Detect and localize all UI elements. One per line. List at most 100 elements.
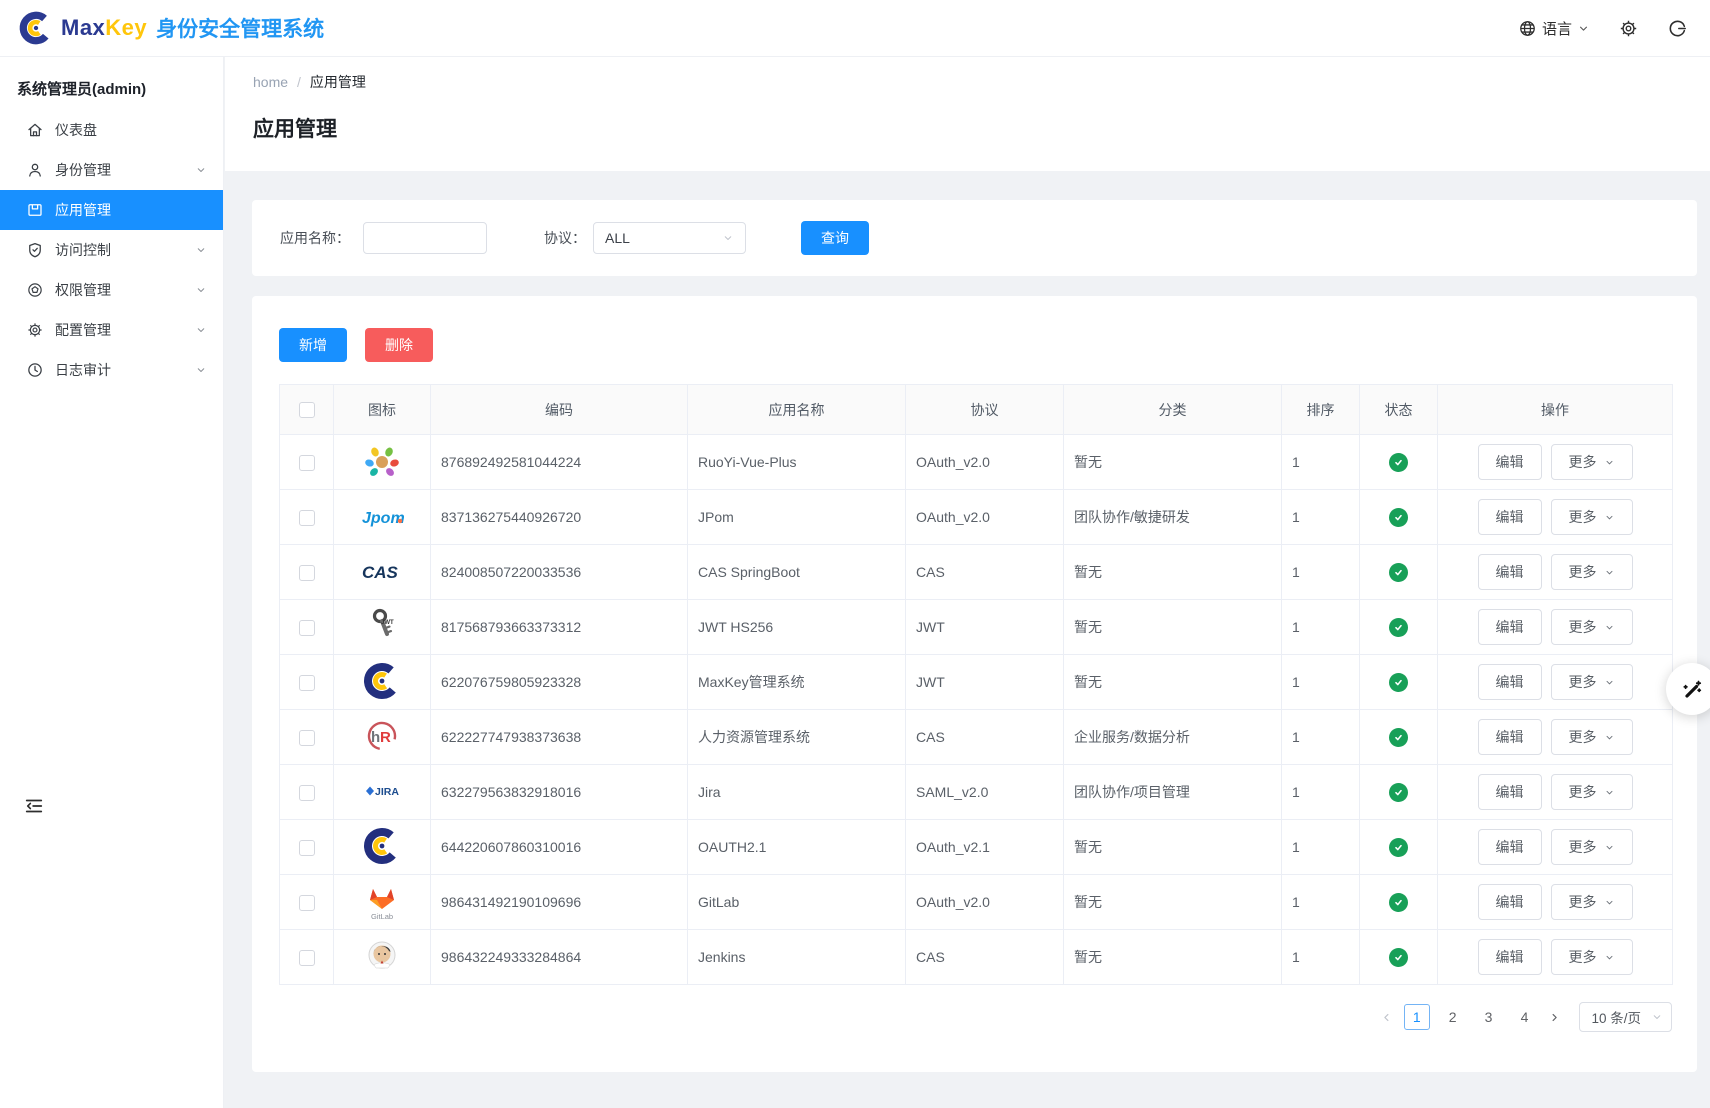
edit-button[interactable]: 编辑 [1478, 499, 1542, 535]
row-actions: 编辑 更多 [1478, 609, 1633, 645]
sidebar: 系统管理员(admin) 仪表盘 身份管理 应用管理 访问控 [0, 57, 224, 1108]
page-number[interactable]: 1 [1404, 1004, 1430, 1030]
breadcrumb-separator: / [297, 74, 301, 90]
more-button[interactable]: 更多 [1551, 444, 1633, 480]
more-button[interactable]: 更多 [1551, 664, 1633, 700]
page-number[interactable]: 4 [1511, 1004, 1537, 1030]
app-name-input[interactable] [363, 222, 487, 254]
delete-button[interactable]: 删除 [365, 328, 433, 362]
logout-icon[interactable] [1667, 18, 1688, 39]
jpom-icon: Jpom [360, 493, 404, 539]
breadcrumb-home-link[interactable]: home [253, 74, 288, 90]
next-page-icon[interactable] [1548, 1011, 1561, 1024]
user-icon [26, 161, 44, 179]
row-checkbox[interactable] [299, 950, 315, 966]
sidebar-item-label: 仪表盘 [55, 120, 195, 140]
edit-button[interactable]: 编辑 [1478, 884, 1542, 920]
row-checkbox[interactable] [299, 895, 315, 911]
chevron-down-icon [195, 324, 207, 336]
sidebar-collapse-icon[interactable] [23, 795, 45, 817]
edit-button[interactable]: 编辑 [1478, 609, 1542, 645]
row-checkbox[interactable] [299, 675, 315, 691]
page-header: home / 应用管理 应用管理 [225, 57, 1710, 171]
row-checkbox[interactable] [299, 730, 315, 746]
add-button[interactable]: 新增 [279, 328, 347, 362]
page-size-value: 10 条/页 [1591, 1007, 1641, 1027]
app-icon [26, 201, 44, 219]
page-size-select[interactable]: 10 条/页 [1579, 1002, 1672, 1032]
column-header: 编码 [431, 385, 688, 435]
table-row: 986432249333284864 Jenkins CAS 暂无 1 编辑 更 [280, 930, 1673, 985]
language-menu[interactable]: 语言 [1518, 18, 1590, 39]
table-row: JIRA 632279563832918016 Jira SAML_v2.0 团… [280, 765, 1673, 820]
app-sort: 1 [1282, 930, 1360, 985]
row-checkbox[interactable] [299, 455, 315, 471]
more-button[interactable]: 更多 [1551, 884, 1633, 920]
edit-button[interactable]: 编辑 [1478, 444, 1542, 480]
pagination: 1 2 3 4 10 条/页 [279, 1002, 1672, 1032]
app-name: CAS SpringBoot [688, 545, 906, 600]
topbar: Max Key 身份安全管理系统 语言 [0, 0, 1710, 57]
prev-page-icon[interactable] [1380, 1011, 1393, 1024]
more-button-label: 更多 [1569, 947, 1597, 967]
app-sort: 1 [1282, 435, 1360, 490]
more-button[interactable]: 更多 [1551, 499, 1633, 535]
edit-button[interactable]: 编辑 [1478, 719, 1542, 755]
more-button[interactable]: 更多 [1551, 719, 1633, 755]
more-button[interactable]: 更多 [1551, 554, 1633, 590]
status-enabled-icon [1389, 783, 1408, 802]
edit-button[interactable]: 编辑 [1478, 664, 1542, 700]
chevron-down-icon [722, 232, 734, 244]
badge-icon [26, 281, 44, 299]
more-button-label: 更多 [1569, 727, 1597, 747]
row-checkbox[interactable] [299, 565, 315, 581]
sidebar-item-dashboard[interactable]: 仪表盘 [0, 110, 223, 150]
maxkey-icon [360, 658, 404, 704]
select-all-checkbox[interactable] [299, 402, 315, 418]
page-number[interactable]: 2 [1440, 1004, 1466, 1030]
more-button-label: 更多 [1569, 782, 1597, 802]
more-button[interactable]: 更多 [1551, 774, 1633, 810]
app-protocol: CAS [906, 710, 1064, 765]
ruoyi-icon [360, 438, 404, 484]
row-checkbox[interactable] [299, 785, 315, 801]
sidebar-item-audit[interactable]: 日志审计 [0, 350, 223, 390]
sidebar-item-permissions[interactable]: 权限管理 [0, 270, 223, 310]
page-number[interactable]: 3 [1476, 1004, 1502, 1030]
row-actions: 编辑 更多 [1478, 939, 1633, 975]
settings-gear-icon[interactable] [1618, 18, 1639, 39]
sidebar-item-access[interactable]: 访问控制 [0, 230, 223, 270]
protocol-label: 协议： [544, 228, 586, 248]
status-enabled-icon [1389, 618, 1408, 637]
app-protocol: SAML_v2.0 [906, 765, 1064, 820]
chevron-down-icon [1604, 567, 1615, 578]
edit-button[interactable]: 编辑 [1478, 939, 1542, 975]
clock-icon [26, 361, 44, 379]
edit-button[interactable]: 编辑 [1478, 774, 1542, 810]
breadcrumb: home / 应用管理 [253, 72, 1710, 92]
row-checkbox[interactable] [299, 840, 315, 856]
chevron-down-icon [1604, 512, 1615, 523]
app-name: RuoYi-Vue-Plus [688, 435, 906, 490]
magic-wand-button[interactable] [1666, 663, 1710, 715]
brand: Max Key 身份安全管理系统 [16, 8, 324, 48]
sidebar-item-apps[interactable]: 应用管理 [0, 190, 223, 230]
column-header: 协议 [906, 385, 1064, 435]
more-button[interactable]: 更多 [1551, 939, 1633, 975]
row-checkbox[interactable] [299, 620, 315, 636]
search-button[interactable]: 查询 [801, 221, 869, 255]
protocol-select[interactable]: ALL [593, 222, 746, 254]
app-protocol: JWT [906, 600, 1064, 655]
row-checkbox[interactable] [299, 510, 315, 526]
sidebar-item-config[interactable]: 配置管理 [0, 310, 223, 350]
app-protocol: CAS [906, 545, 1064, 600]
magic-wand-icon [1680, 677, 1704, 701]
app-sort: 1 [1282, 875, 1360, 930]
app-code: 837136275440926720 [431, 490, 688, 545]
more-button[interactable]: 更多 [1551, 829, 1633, 865]
sidebar-item-identity[interactable]: 身份管理 [0, 150, 223, 190]
more-button[interactable]: 更多 [1551, 609, 1633, 645]
edit-button[interactable]: 编辑 [1478, 829, 1542, 865]
edit-button[interactable]: 编辑 [1478, 554, 1542, 590]
app-sort: 1 [1282, 820, 1360, 875]
